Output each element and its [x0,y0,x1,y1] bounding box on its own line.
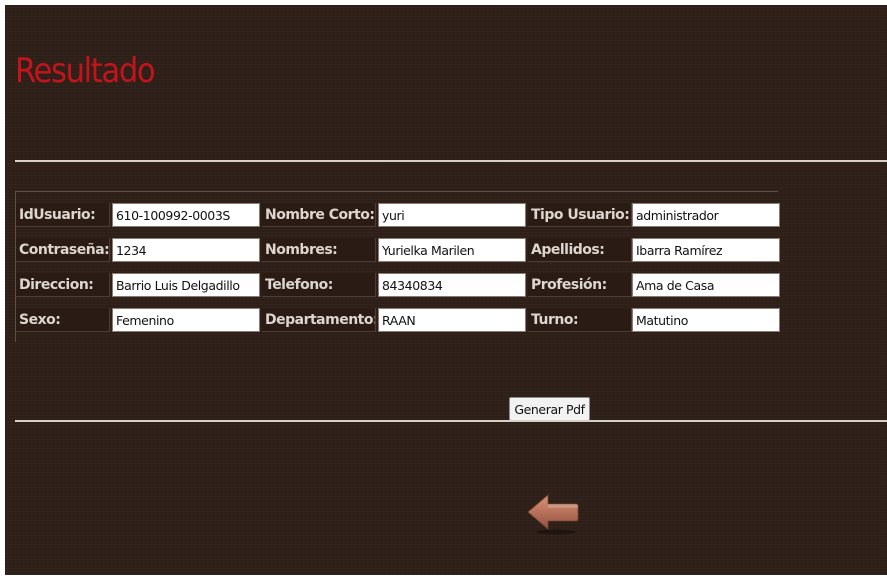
contrasena-field[interactable] [112,238,260,262]
profesion-field[interactable] [632,273,780,297]
divider-bottom [15,420,887,422]
result-panel: Resultado IdUsuario: Nombre Corto: Tipo … [5,5,887,575]
label-profesion: Profesión: [528,273,632,297]
left-arrow-icon [527,494,579,535]
generate-pdf-button[interactable]: Generar Pdf [509,397,590,421]
departamento-field[interactable] [378,308,526,332]
label-nombres: Nombres: [262,238,376,262]
label-turno: Turno: [528,308,632,332]
apellidos-field[interactable] [632,238,780,262]
label-nombre-corto: Nombre Corto: [262,203,376,227]
user-details-grid: IdUsuario: Nombre Corto: Tipo Usuario: C… [15,191,780,342]
nombres-field[interactable] [378,238,526,262]
idusuario-field[interactable] [112,203,260,227]
label-departamento: Departamento: [262,308,376,332]
label-contrasena: Contraseña: [16,238,110,262]
label-idusuario: IdUsuario: [16,203,110,227]
sexo-field[interactable] [112,308,260,332]
label-telefono: Telefono: [262,273,376,297]
label-apellidos: Apellidos: [528,238,632,262]
turno-field[interactable] [632,308,780,332]
tipo-usuario-field[interactable] [632,203,780,227]
nombre-corto-field[interactable] [378,203,526,227]
back-arrow-button[interactable] [526,492,580,536]
label-tipo-usuario: Tipo Usuario: [528,203,632,227]
direccion-field[interactable] [112,273,260,297]
divider-top [15,160,887,162]
page-title: Resultado [15,51,156,91]
telefono-field[interactable] [378,273,526,297]
label-direccion: Direccion: [16,273,110,297]
label-sexo: Sexo: [16,308,110,332]
